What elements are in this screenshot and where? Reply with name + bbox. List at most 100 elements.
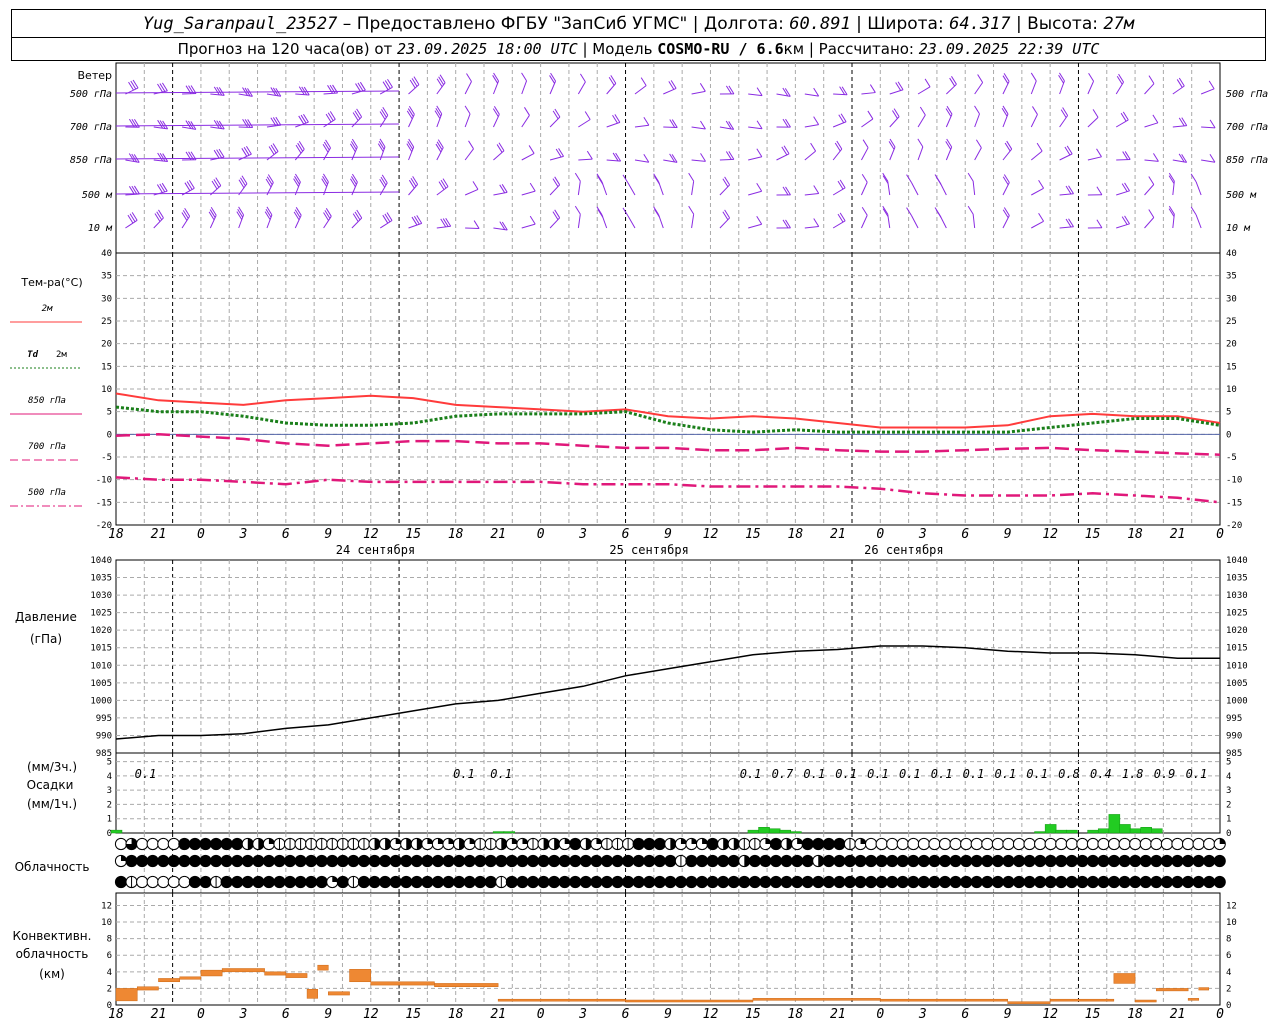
wind-barb bbox=[691, 181, 695, 196]
wind-barb-flag bbox=[351, 138, 358, 148]
wind-barb-flag bbox=[242, 119, 249, 128]
wind-barb-flag bbox=[272, 117, 279, 126]
y-tick-left: 1000 bbox=[90, 696, 112, 706]
wind-barb-flag bbox=[265, 178, 272, 188]
cloud-cover-icon bbox=[886, 875, 899, 889]
wind-barb-flag bbox=[549, 75, 555, 84]
cloud-cover-icon bbox=[1139, 875, 1152, 889]
cloud-cover-icon bbox=[674, 875, 688, 889]
wind-barb-flag bbox=[407, 108, 414, 117]
wind-barb bbox=[181, 126, 196, 130]
precip-3h-value: 0.1 bbox=[994, 767, 1016, 781]
wind-barb-flag bbox=[293, 178, 299, 187]
wind-barb-flag bbox=[529, 215, 536, 225]
cloud-cover-icon bbox=[769, 854, 783, 868]
cloud-cover-icon bbox=[1118, 837, 1131, 851]
wind-barb-flag bbox=[614, 114, 621, 123]
wind-barb bbox=[125, 159, 140, 163]
x-tick-label: 9 bbox=[664, 527, 672, 542]
cloud-cover-icon bbox=[949, 837, 962, 851]
wind-barb bbox=[521, 223, 536, 229]
wind-barb bbox=[974, 113, 980, 128]
cloud-cover-icon bbox=[833, 854, 846, 868]
cloud-cover-icon bbox=[241, 854, 254, 868]
series-700hpa bbox=[115, 476, 1221, 504]
cloud-cover-icon bbox=[780, 854, 793, 868]
cloud-cover-icon bbox=[410, 854, 423, 868]
cloud-cover-icon bbox=[1129, 837, 1142, 851]
cloud-cover-icon bbox=[706, 875, 719, 889]
wind-barb-flag bbox=[869, 84, 876, 93]
wind-barb-flag bbox=[493, 72, 499, 82]
cloud-cover-icon bbox=[991, 837, 1004, 851]
precip-3h-value: 0.1 bbox=[490, 767, 512, 781]
cloud-cover-icon bbox=[822, 837, 835, 851]
wind-barb bbox=[1144, 217, 1155, 229]
wind-barb-flag bbox=[836, 140, 843, 150]
cloud-cover-icon bbox=[1118, 875, 1131, 889]
precip-3h-value: 0.1 bbox=[835, 767, 857, 781]
wind-level-label-left: 700 гПа bbox=[70, 122, 112, 133]
y-tick-right: 1015 bbox=[1226, 644, 1248, 654]
y-tick-right: 1 bbox=[1226, 815, 1231, 825]
wind-barb bbox=[1201, 159, 1216, 163]
y-tick-left: 2 bbox=[107, 984, 112, 994]
wind-barb-flag bbox=[724, 209, 731, 219]
cloud-cover-icon bbox=[178, 875, 191, 889]
y-tick-right: -10 bbox=[1226, 476, 1242, 486]
series-850hpa bbox=[115, 433, 1221, 456]
wind-barb-flag bbox=[303, 86, 310, 96]
wind-barb-flag bbox=[586, 150, 593, 160]
wind-barb bbox=[804, 150, 816, 161]
wind-barb-flag bbox=[293, 211, 300, 221]
precip-3h-value: 0.1 bbox=[867, 767, 889, 781]
cloud-cover-icon bbox=[843, 854, 857, 868]
wind-barb-flag bbox=[861, 173, 868, 183]
precip-bar bbox=[1108, 814, 1121, 834]
cloud-cover-icon bbox=[611, 854, 624, 868]
cloud-cover-icon bbox=[283, 854, 297, 868]
wind-barb-flag bbox=[1148, 209, 1155, 218]
wind-barb-flag bbox=[1058, 74, 1064, 84]
wind-barb-flag bbox=[782, 186, 789, 196]
wind-barb bbox=[464, 113, 471, 128]
precip-3h-value: 0.1 bbox=[1186, 767, 1208, 781]
precip-unit-1h: (мм/1ч.) bbox=[27, 797, 77, 811]
wind-barb-flag bbox=[156, 184, 163, 193]
wind-barb bbox=[464, 188, 479, 196]
series-pressure bbox=[115, 645, 1220, 740]
wind-barb-flag bbox=[213, 149, 220, 159]
convective-bar bbox=[1134, 999, 1157, 1003]
cloud-quarter-fill bbox=[1219, 838, 1226, 844]
wind-barb-flag bbox=[352, 112, 359, 121]
cloud-cover-icon bbox=[505, 854, 518, 868]
precip-3h-value: 0.9 bbox=[1154, 767, 1176, 781]
cloud-cover-icon bbox=[685, 854, 698, 868]
wind-barb-flag bbox=[867, 110, 874, 120]
y-tick-right: 10 bbox=[1226, 385, 1237, 395]
precip-bar bbox=[1151, 828, 1163, 834]
wind-barb-flag bbox=[294, 173, 301, 183]
date-label: 24 сентября bbox=[336, 543, 415, 557]
wind-barb-flag bbox=[412, 176, 419, 185]
x-tick-label-bottom: 0 bbox=[197, 1007, 205, 1022]
precip-bar bbox=[747, 829, 760, 834]
cloud-cover-icon bbox=[315, 875, 328, 889]
pressure-panel-frame bbox=[115, 559, 1221, 754]
wind-barb bbox=[578, 119, 591, 128]
wind-barb bbox=[719, 126, 734, 130]
x-tick-label-bottom: 6 bbox=[961, 1007, 969, 1022]
y-tick-right: 12 bbox=[1226, 901, 1237, 911]
wind-barb bbox=[917, 114, 926, 128]
cloud-cover-icon bbox=[368, 854, 381, 868]
x-tick-label-bottom: 9 bbox=[664, 1007, 672, 1022]
wind-barb bbox=[1116, 190, 1130, 196]
wind-barb-flag bbox=[813, 185, 820, 194]
wind-barb-flag bbox=[1036, 142, 1043, 152]
wind-barb-flag bbox=[946, 105, 953, 115]
wind-barb bbox=[748, 93, 763, 97]
wind-level-label-right: 500 гПа bbox=[1226, 89, 1268, 100]
x-tick-label-bottom: 15 bbox=[1085, 1007, 1101, 1022]
wind-barb bbox=[238, 153, 252, 161]
wind-barb-flag bbox=[381, 109, 387, 118]
